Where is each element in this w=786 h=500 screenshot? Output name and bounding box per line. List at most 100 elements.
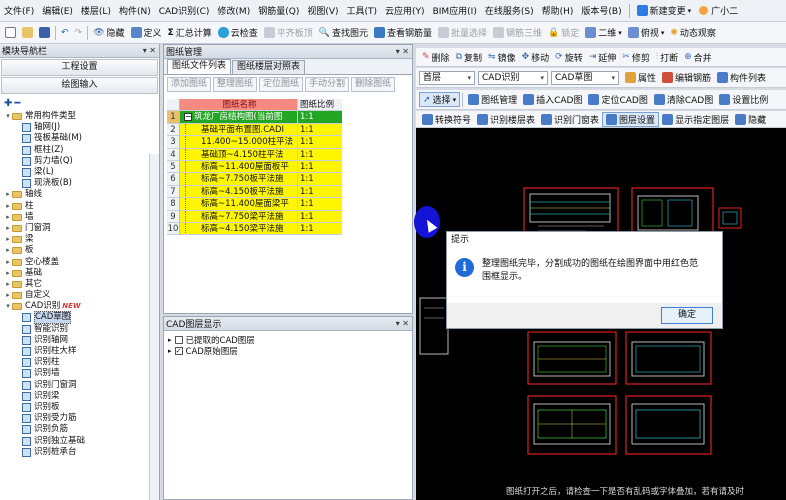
tree-item[interactable]: ▸ 梁: [0, 234, 159, 245]
menu-modify[interactable]: 修改(M): [213, 4, 254, 17]
navigator-scrollbar[interactable]: [149, 154, 159, 500]
table-row[interactable]: 7 标高~4.150板平法施 1:1: [167, 185, 411, 199]
table-row[interactable]: 10 标高~4.150梁平法施 1:1: [167, 222, 411, 236]
chevron-right-icon[interactable]: ▸: [4, 279, 12, 290]
drawing-scale-cell[interactable]: 1:1: [298, 222, 342, 236]
organize-drawing-button[interactable]: 整理图纸: [213, 76, 258, 92]
merge-button[interactable]: ⊕ 合并: [681, 51, 715, 64]
tree-item[interactable]: ▸ 基础: [0, 268, 159, 279]
table-row[interactable]: 5 标高~11.400屋面板平 1:1: [167, 160, 411, 174]
drawing-name-cell[interactable]: 标高~4.150板平法施: [180, 185, 298, 199]
drawing-scale-cell[interactable]: 1:1: [298, 160, 342, 174]
drawing-name-cell[interactable]: 11.400~15.000柱平法: [180, 136, 298, 149]
summary-calc-button[interactable]: Σ 汇总计算: [165, 26, 215, 40]
component-list-button[interactable]: 构件列表: [714, 71, 769, 84]
table-row[interactable]: 2 基础平面布置图.CADI 1:1: [167, 123, 411, 137]
properties-button[interactable]: 属性: [622, 71, 659, 84]
chevron-right-icon[interactable]: ▸: [4, 189, 12, 200]
ok-button[interactable]: 确定: [661, 307, 713, 324]
chevron-right-icon[interactable]: ▸: [4, 212, 12, 223]
tree-item[interactable]: ▸ 其它: [0, 279, 159, 290]
trim-button[interactable]: ✂ 修剪: [619, 51, 653, 64]
drawing-scale-cell[interactable]: 1:1: [298, 185, 342, 199]
flush-slab-top-button[interactable]: 平齐板顶: [261, 26, 316, 39]
menu-version[interactable]: 版本号(B): [577, 4, 625, 17]
delete-button[interactable]: ✎ 删除: [419, 51, 453, 64]
project-settings-button[interactable]: 工程设置: [1, 59, 158, 76]
tree-item[interactable]: ▸ 轴线: [0, 189, 159, 200]
tree-item[interactable]: 框柱(Z): [0, 145, 159, 156]
menu-bim[interactable]: BIM应用(I): [429, 4, 481, 17]
tree-item[interactable]: 识别梁: [0, 391, 159, 402]
drawing-name-cell[interactable]: 标高~11.400屋面梁平: [180, 198, 298, 211]
tree-item[interactable]: 梁(L): [0, 167, 159, 178]
recognize-floor-table-button[interactable]: 识别楼层表: [474, 113, 538, 126]
menu-help[interactable]: 帮助(H): [538, 4, 578, 17]
tree-item[interactable]: 智能识别: [0, 324, 159, 335]
chevron-down-icon[interactable]: ▾: [4, 301, 12, 312]
tree-item[interactable]: 轴网(J): [0, 122, 159, 133]
menu-edit[interactable]: 编辑(E): [38, 4, 77, 17]
batch-select-button[interactable]: 批量选择: [435, 26, 490, 39]
layer-settings-button[interactable]: 图层设置: [602, 111, 660, 127]
show-layer-button[interactable]: 显示指定图层: [659, 113, 732, 126]
clear-cad-button[interactable]: 清除CAD图: [651, 93, 716, 106]
add-drawing-button[interactable]: 添加图纸: [167, 76, 212, 92]
menu-view[interactable]: 视图(V): [303, 4, 342, 17]
tree-item[interactable]: 现浇板(B): [0, 178, 159, 189]
locate-drawing-button[interactable]: 定位图纸: [259, 76, 304, 92]
drawing-scale-cell[interactable]: 1:1: [298, 198, 342, 211]
tree-item[interactable]: ▾ 常用构件类型: [0, 111, 159, 122]
tree-item[interactable]: 识别轴网: [0, 335, 159, 346]
define-button[interactable]: 定义: [128, 26, 165, 39]
redo-button[interactable]: ↷: [72, 28, 86, 38]
floor-select[interactable]: 首层 ▾: [419, 70, 475, 85]
tree-item[interactable]: ▸ 自定义: [0, 290, 159, 301]
menu-tools[interactable]: 工具(T): [343, 4, 382, 17]
extend-button[interactable]: ⇥ 延伸: [586, 51, 620, 64]
orbit-button[interactable]: ✺ 动态观察: [667, 26, 719, 40]
copy-button[interactable]: ⧉ 复制: [453, 51, 485, 64]
menu-online[interactable]: 在线服务(S): [481, 4, 538, 17]
drawing-scale-cell[interactable]: 1:1: [298, 210, 342, 223]
tree-item[interactable]: 识别受力筋: [0, 413, 159, 424]
chevron-right-icon[interactable]: ▸: [4, 257, 12, 268]
table-row[interactable]: 4 基础顶~4.150柱平法 1:1: [167, 148, 411, 161]
select-button[interactable]: ➚ 选择 ▾: [419, 92, 461, 107]
drawing-name-cell[interactable]: 基础顶~4.150柱平法: [180, 148, 298, 161]
lock-button[interactable]: 🔒 锁定: [545, 26, 582, 40]
insert-cad-button[interactable]: 插入CAD图: [520, 93, 585, 106]
drawing-name-cell[interactable]: 基础平面布置图.CADI: [180, 123, 298, 137]
tree-item[interactable]: ▾ CAD识别 NEW: [0, 301, 159, 312]
chevron-right-icon[interactable]: ▸: [4, 223, 12, 234]
table-row[interactable]: 3 11.400~15.000柱平法 1:1: [167, 136, 411, 149]
layer-item-extracted[interactable]: ▸ 已提取的CAD图层: [164, 334, 412, 346]
tree-item[interactable]: 识别墙: [0, 368, 159, 379]
chevron-right-icon[interactable]: ▸: [4, 201, 12, 212]
layer-item-original[interactable]: ▸ ✓ CAD原始图层: [164, 345, 412, 357]
drawing-name-cell[interactable]: − 筑龙厂房结构图(当前图: [180, 111, 298, 124]
expand-all-icon[interactable]: ✚: [4, 98, 12, 109]
tree-item[interactable]: ▸ 柱: [0, 201, 159, 212]
2d-button[interactable]: 二维 ▾: [582, 26, 625, 39]
tree-item[interactable]: 识别板: [0, 402, 159, 413]
locate-cad-button[interactable]: 定位CAD图: [585, 93, 650, 106]
tree-item[interactable]: 识别独立基础: [0, 435, 159, 446]
pin-close-icon[interactable]: ▾ ✕: [396, 47, 412, 56]
find-element-button[interactable]: 🔍 查找图元: [316, 26, 371, 40]
drawing-input-button[interactable]: 绘图输入: [1, 77, 158, 94]
subcategory-select[interactable]: CAD草图 ▾: [551, 70, 619, 85]
table-row[interactable]: 1− 筑龙厂房结构图(当前图 1:1: [167, 111, 411, 124]
tree-item[interactable]: 识别柱: [0, 357, 159, 368]
edit-rebar-button[interactable]: 编辑钢筋: [659, 71, 714, 84]
tree-item[interactable]: CAD草图: [0, 311, 159, 325]
recognize-door-table-button[interactable]: 识别门窗表: [538, 113, 602, 126]
chevron-right-icon[interactable]: ▸: [4, 234, 12, 245]
new-file-button[interactable]: [2, 27, 19, 38]
tree-item[interactable]: 识别柱大样: [0, 346, 159, 357]
tree-item[interactable]: ▸ 门窗洞: [0, 223, 159, 234]
tree-item[interactable]: 识别桩承台: [0, 447, 159, 458]
table-row[interactable]: 9 标高~7.750梁平法施 1:1: [167, 210, 411, 223]
chevron-right-icon[interactable]: ▸: [4, 245, 12, 256]
rotate-button[interactable]: ⟳ 旋转: [552, 51, 586, 64]
